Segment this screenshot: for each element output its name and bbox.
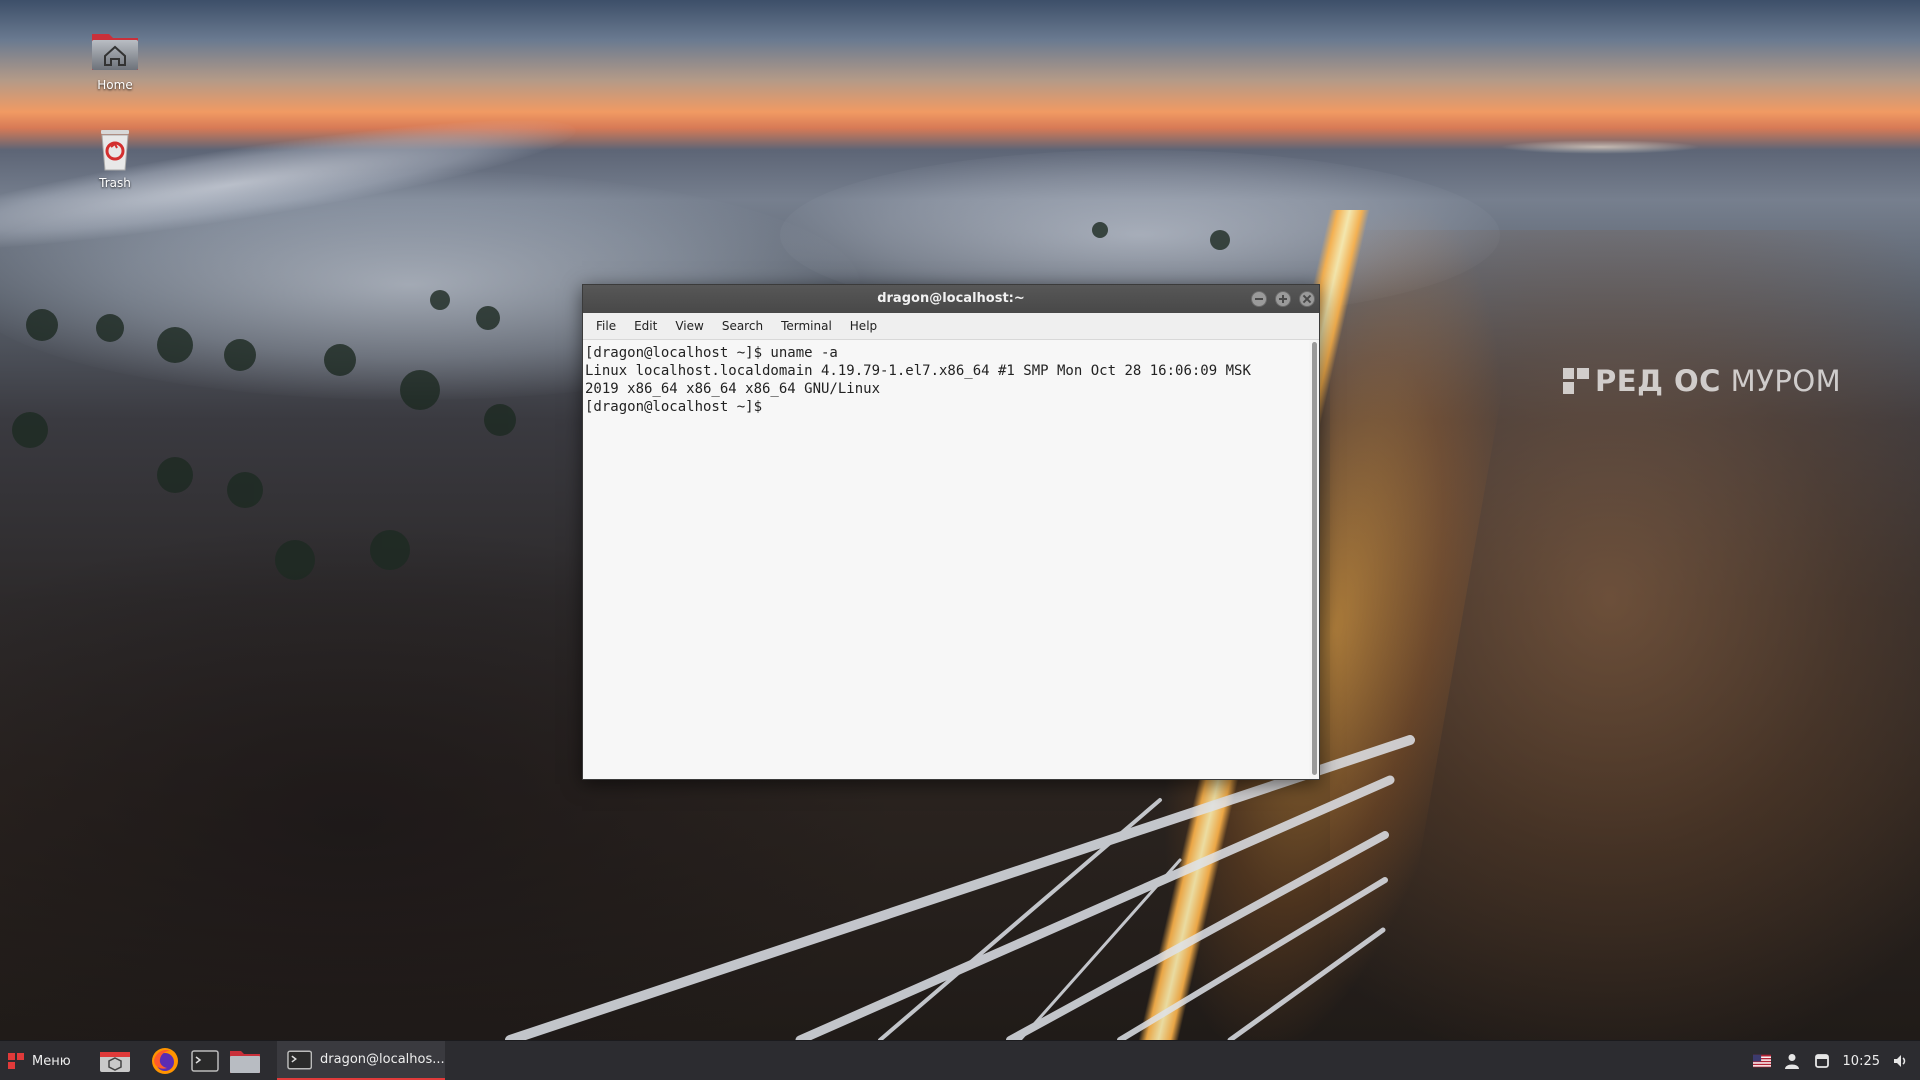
window-titlebar[interactable]: dragon@localhost:~: [583, 285, 1319, 313]
red-os-menu-icon: [8, 1053, 24, 1069]
maximize-button[interactable]: [1275, 291, 1291, 307]
system-tray: 10:25: [1752, 1052, 1920, 1070]
brand-name: РЕД ОС МУРОМ: [1595, 364, 1842, 398]
desktop-icon-home[interactable]: Home: [70, 28, 160, 92]
minimize-button[interactable]: [1251, 291, 1267, 307]
firefox-icon: [151, 1048, 178, 1074]
taskbar-window-label: dragon@localhos...: [320, 1052, 445, 1067]
window-title: dragon@localhost:~: [877, 291, 1025, 306]
terminal-icon: [286, 1050, 312, 1069]
us-flag-icon[interactable]: [1752, 1052, 1771, 1070]
launcher-software-center[interactable]: [97, 1041, 133, 1080]
home-folder-icon: [89, 28, 141, 74]
terminal-line: Linux localhost.localdomain 4.19.79-1.el…: [585, 363, 1251, 379]
brand-watermark: РЕД ОС МУРОМ: [1563, 364, 1841, 398]
menu-search[interactable]: Search: [713, 313, 772, 339]
taskbar-window-terminal[interactable]: dragon@localhos...: [276, 1041, 445, 1080]
software-center-icon: [99, 1052, 130, 1072]
start-menu-button[interactable]: Меню: [0, 1041, 81, 1080]
taskbar: Меню dragon@localhos... 10:25: [0, 1040, 1920, 1080]
red-os-logo-icon: [1563, 368, 1589, 394]
start-menu-label: Меню: [32, 1053, 71, 1069]
launcher-firefox[interactable]: [147, 1041, 183, 1080]
desktop-icon-label: Trash: [99, 176, 131, 190]
clock[interactable]: 10:25: [1843, 1054, 1880, 1069]
file-manager-icon: [229, 1051, 260, 1073]
notification-icon[interactable]: [1813, 1052, 1831, 1070]
menu-edit[interactable]: Edit: [625, 313, 666, 339]
menu-help[interactable]: Help: [841, 313, 886, 339]
terminal-scrollbar[interactable]: [1312, 342, 1317, 775]
terminal-icon: [190, 1050, 219, 1072]
terminal-line: [dragon@localhost ~]$ uname -a: [585, 345, 838, 361]
terminal-output[interactable]: [dragon@localhost ~]$ uname -a Linux loca…: [583, 340, 1309, 779]
terminal-line: 2019 x86_64 x86_64 x86_64 GNU/Linux: [585, 381, 881, 397]
menu-terminal[interactable]: Terminal: [772, 313, 841, 339]
terminal-menubar: File Edit View Search Terminal Help: [583, 313, 1319, 340]
terminal-window[interactable]: dragon@localhost:~ File Edit View Search…: [582, 284, 1320, 780]
launcher-terminal[interactable]: [187, 1041, 223, 1080]
close-button[interactable]: [1299, 291, 1315, 307]
launcher-file-manager[interactable]: [227, 1041, 263, 1080]
desktop-icon-trash[interactable]: Trash: [70, 126, 160, 190]
desktop-icon-label: Home: [97, 78, 133, 92]
menu-view[interactable]: View: [666, 313, 712, 339]
volume-icon[interactable]: [1892, 1052, 1910, 1070]
menu-file[interactable]: File: [587, 313, 625, 339]
terminal-prompt-line: [dragon@localhost ~]$: [585, 399, 771, 415]
trash-icon: [89, 126, 141, 172]
user-icon[interactable]: [1783, 1052, 1801, 1070]
